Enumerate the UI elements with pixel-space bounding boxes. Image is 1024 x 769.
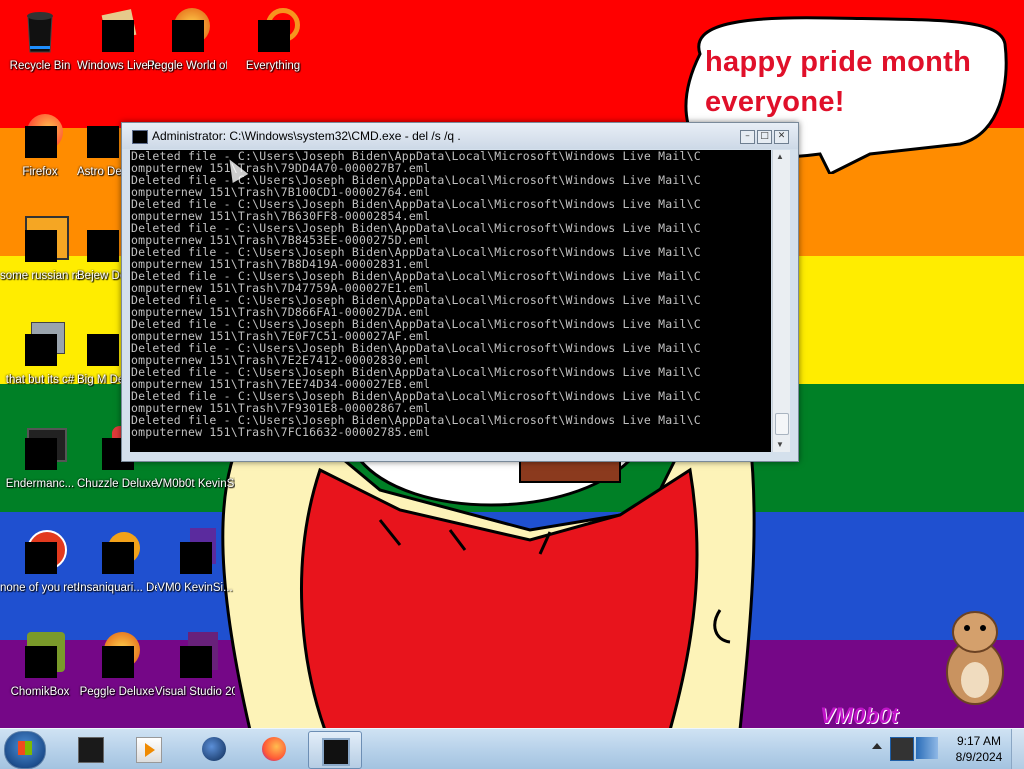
game-icon (77, 112, 122, 162)
gem-icon (77, 216, 122, 266)
desktop-icon-label: Peggle Deluxe (79, 686, 155, 698)
close-button[interactable]: ✕ (774, 130, 789, 144)
globe-icon (202, 737, 226, 761)
watermark-text: VM0b0t (820, 703, 899, 728)
start-button[interactable] (4, 731, 46, 769)
desktop-icon-label: Visual Studio 2015 (155, 686, 235, 698)
taskbar-app-globe[interactable] (188, 731, 240, 767)
scroll-up-arrow-icon[interactable]: ▲ (776, 152, 784, 161)
desktop-icon-label: none of you retards kno... (0, 582, 80, 594)
desktop-icon-vm0b0t-kevinsite[interactable]: VM0b0t KevinSite (155, 462, 235, 491)
search-icon (248, 6, 300, 56)
taskbar-app-terminal[interactable] (64, 731, 116, 767)
system-tray: 9:17 AM 8/9/2024 (866, 729, 1024, 769)
desktop-icon-windows-live-mail[interactable]: Windows Live Mail (77, 6, 157, 73)
desktop-icon-label: some russian ran a rat (0, 270, 80, 282)
taskbar-app-firefox[interactable] (248, 731, 300, 767)
app-icon (15, 528, 67, 578)
peggle-icon (162, 6, 212, 56)
cmd-window-title: Administrator: C:\Windows\system32\CMD.e… (152, 129, 461, 143)
chomikbox-icon (15, 632, 65, 682)
desktop: happy pride month everyone! VM0b0t Recyc… (0, 0, 1024, 728)
media-player-icon (136, 737, 162, 763)
desktop-icon-astro-deluxe[interactable]: Astro Delu (77, 112, 122, 179)
speech-bubble-text: happy pride month everyone! (705, 46, 972, 118)
desktop-icon-label: Astro Delu (77, 166, 122, 178)
cmd-titlebar[interactable]: Administrator: C:\Windows\system32\CMD.e… (122, 123, 798, 149)
shortcut-icon (170, 528, 220, 578)
game-icon (77, 320, 122, 370)
clock[interactable]: 9:17 AM 8/9/2024 (944, 733, 1014, 765)
desktop-icon-label: Chuzzle Deluxe (77, 478, 157, 490)
desktop-icon-some-russian[interactable]: some russian ran a rat (0, 216, 80, 283)
desktop-icon-insaniquarium[interactable]: Insaniquari... Deluxe (77, 528, 157, 595)
desktop-icon-label: that but its c# (5, 374, 75, 386)
cmd-window-icon (132, 130, 148, 144)
desktop-icon-label: Peggle World of Warcraft ... (147, 60, 227, 72)
cmd-window[interactable]: Administrator: C:\Windows\system32\CMD.e… (121, 122, 799, 462)
desktop-icon-everything[interactable]: Everything (233, 6, 313, 73)
desktop-icon-label: ChomikBox (10, 686, 70, 698)
vertical-scrollbar[interactable]: ▲ ▼ (772, 150, 790, 452)
folder-icon (15, 320, 65, 370)
desktop-icon-endermanch[interactable]: Endermanc... (0, 424, 80, 491)
scroll-down-arrow-icon[interactable]: ▼ (776, 440, 784, 449)
desktop-icon-chomikbox[interactable]: ChomikBox (0, 632, 80, 699)
scrollbar-thumb[interactable] (775, 413, 789, 435)
firefox-icon (15, 112, 65, 162)
peggle-icon (92, 632, 142, 682)
desktop-icon-visual-studio[interactable]: Visual Studio 2015 (155, 632, 235, 699)
desktop-icon-recycle-bin[interactable]: Recycle Bin (0, 6, 80, 73)
console-text: Deleted file - C:\Users\Joseph Biden\App… (131, 150, 701, 439)
window-icon (15, 424, 67, 474)
minimize-button[interactable]: – (740, 130, 755, 144)
desktop-icon-none-of-you[interactable]: none of you retards kno... (0, 528, 80, 595)
firefox-icon (262, 737, 286, 761)
recycle-bin-icon (15, 6, 65, 56)
taskbar: 9:17 AM 8/9/2024 (0, 728, 1024, 769)
cmd-icon (322, 738, 350, 766)
hamster-image (946, 611, 1004, 705)
maximize-button[interactable]: □ (757, 130, 772, 144)
clock-date: 8/9/2024 (955, 750, 1003, 764)
desktop-icon-label: Bejew Delu (77, 270, 122, 282)
taskbar-app-cmd[interactable] (308, 731, 362, 769)
bee-icon (15, 216, 69, 266)
web-icon (170, 462, 220, 474)
desktop-icon-label: VM0b0t KevinSite (155, 478, 235, 490)
desktop-icon-bejeweled[interactable]: Bejew Delu (77, 216, 122, 283)
desktop-icon-label: VM0 KevinSi... (157, 582, 233, 594)
desktop-icon-firefox[interactable]: Firefox (0, 112, 80, 179)
desktop-icon-label: Recycle Bin (9, 60, 71, 72)
desktop-icon-label: Big M Delu (77, 374, 122, 386)
desktop-icon-label: Insaniquari... Deluxe (77, 582, 157, 594)
desktop-icon-label: Everything (245, 60, 301, 72)
visual-studio-icon (170, 632, 220, 682)
desktop-icon-peggle-wow[interactable]: Peggle World of Warcraft ... (147, 6, 227, 73)
taskbar-app-media-player[interactable] (122, 731, 174, 767)
console-output[interactable]: Deleted file - C:\Users\Joseph Biden\App… (130, 150, 771, 452)
windows-start-icon (18, 741, 32, 755)
desktop-icon-vm0-kevinsite[interactable]: VM0 KevinSi... (155, 528, 235, 595)
network-icon[interactable] (890, 737, 914, 761)
desktop-icon-peggle-deluxe[interactable]: Peggle Deluxe (77, 632, 157, 699)
desktop-icon-label: Firefox (22, 166, 58, 178)
clock-time: 9:17 AM (956, 734, 1002, 748)
fish-icon (92, 528, 142, 578)
desktop-icon-big-m-deluxe[interactable]: Big M Delu (77, 320, 122, 387)
terminal-icon (78, 737, 104, 763)
desktop-icon-label: Windows Live Mail (77, 60, 157, 72)
desktop-icon-label: Endermanc... (5, 478, 75, 490)
volume-icon[interactable] (916, 737, 938, 759)
desktop-icon-that-but-its-csharp[interactable]: that but its c# (0, 320, 80, 387)
show-desktop-button[interactable] (1011, 729, 1024, 769)
show-hidden-icons-arrow-icon[interactable] (872, 743, 882, 749)
mail-icon (92, 6, 142, 56)
